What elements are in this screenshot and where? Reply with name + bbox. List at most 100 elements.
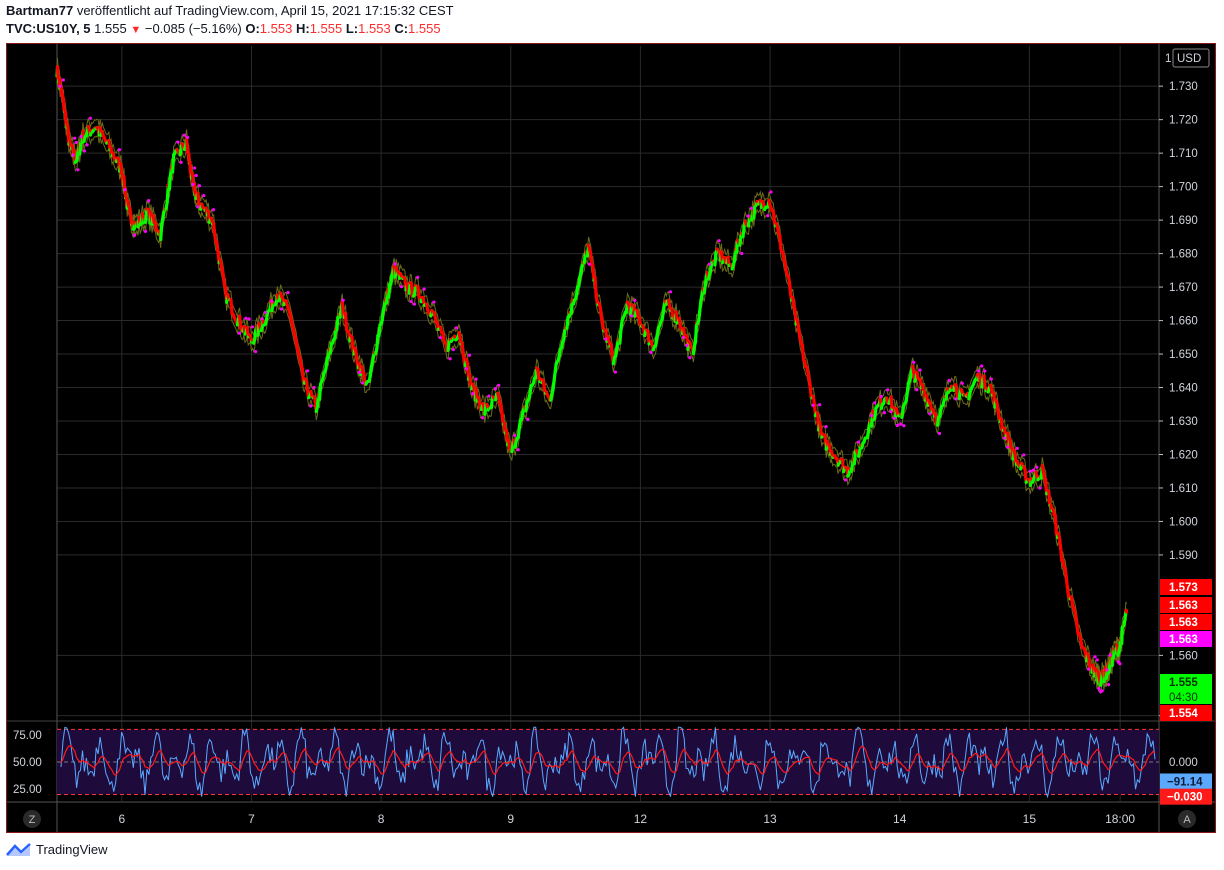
tradingview-brand[interactable]: TradingView — [6, 842, 108, 857]
trailing-stop-dot — [526, 417, 530, 421]
trailing-stop-dot — [254, 349, 258, 354]
ohlc-legend: TVC:US10Y, 5 1.555 ▼ −0.085 (−5.16%) O:1… — [6, 21, 441, 36]
price-line-segment — [300, 367, 305, 384]
trailing-stop-dot — [412, 302, 417, 306]
tradingview-logo-icon — [6, 842, 31, 856]
trailing-stop-dot — [892, 416, 896, 420]
price-tick-label: 1.690 — [1169, 215, 1198, 227]
price-line-segment — [1047, 489, 1052, 508]
trailing-stop-dot — [1005, 445, 1010, 449]
price-line-segment — [852, 449, 858, 466]
price-line-segment — [565, 315, 570, 330]
trailing-stop-dot — [1035, 465, 1039, 469]
trailing-stop-dot — [123, 187, 127, 192]
trailing-stop-dot — [980, 364, 984, 368]
trailing-stop-dot — [1028, 469, 1032, 473]
time-tick-label: 14 — [893, 812, 907, 826]
trailing-stop-dot — [197, 184, 202, 188]
trailing-stop-dot — [85, 143, 89, 147]
chart-frame[interactable]: 1.730 1.720 1.710 1.700 1.690 1.680 1.670 1.660… — [6, 43, 1216, 833]
trailing-stop-dot — [1031, 468, 1036, 472]
time-tick-label: 13 — [763, 812, 777, 826]
trailing-stop-dot — [685, 343, 689, 348]
trailing-stop-dot — [928, 412, 932, 416]
time-tick-label: 18:00 — [1105, 812, 1135, 826]
price-line-segment — [1124, 608, 1129, 614]
trailing-stop-dot — [954, 397, 958, 401]
trailing-stop-dot — [194, 173, 198, 178]
trailing-stop-dot — [422, 287, 426, 291]
trailing-stop-dot — [191, 182, 195, 187]
trailing-stop-dot — [869, 413, 874, 418]
price-line-segment — [693, 321, 699, 344]
price-label-text: 1.573 — [1169, 582, 1198, 594]
trailing-stop-dot — [630, 314, 634, 318]
price-tick-label: 1.630 — [1169, 416, 1198, 428]
time-tick-label: 15 — [1023, 812, 1037, 826]
trailing-stop-dot — [416, 275, 420, 279]
trailing-stop-dot — [471, 391, 475, 396]
price-line-segment — [55, 64, 60, 80]
price-line-segment — [752, 202, 757, 220]
trailing-stop-dot — [497, 383, 501, 388]
trailing-stop-dot — [633, 298, 637, 302]
price-tick-label: 1.720 — [1169, 115, 1198, 127]
trailing-stop-dot — [58, 84, 62, 88]
price-line-segment — [1059, 546, 1064, 562]
trailing-stop-dot — [707, 262, 711, 266]
price-band-upper — [56, 58, 1128, 678]
trailing-stop-dot — [237, 331, 242, 335]
trailing-stop-dot — [286, 291, 290, 295]
price-line-segment — [593, 275, 598, 298]
price-tick-label: 1.670 — [1169, 282, 1198, 294]
trailing-stop-dot — [1093, 655, 1097, 659]
price-line-segment — [229, 297, 234, 315]
trailing-stop-dot — [587, 262, 592, 266]
price-line-segment — [340, 300, 345, 318]
price-line-segment — [237, 314, 243, 330]
trailing-stop-dot — [749, 206, 754, 210]
trailing-stop-dot — [613, 370, 618, 374]
trailing-stop-dot — [454, 326, 459, 330]
trailing-stop-dot — [717, 239, 721, 243]
osc-tick-label: 75.00 — [13, 730, 42, 742]
trailing-stop-dot — [179, 160, 183, 164]
price-tick-label: 1.730 — [1169, 81, 1198, 93]
high-label: H: — [295, 21, 310, 36]
price-tick-label: 1.660 — [1169, 316, 1198, 328]
price-band-lower — [56, 74, 1128, 694]
trailing-stop-dot — [480, 416, 485, 420]
trailing-stop-dot — [360, 381, 365, 385]
countdown-label: 04:30 — [1169, 692, 1198, 704]
trailing-stop-dot — [1118, 662, 1122, 666]
trailing-stop-dot — [918, 368, 922, 372]
trailing-stop-dot — [244, 316, 248, 320]
trailing-stop-dot — [843, 478, 848, 482]
trailing-stop-dot — [1108, 653, 1112, 657]
trailing-stop-dot — [1038, 486, 1042, 490]
trailing-stop-dot — [76, 168, 80, 172]
close-value: 1.555 — [408, 21, 441, 36]
price-line-segment — [618, 327, 623, 345]
trailing-stop-dot — [270, 299, 274, 303]
time-tick-label: 6 — [118, 812, 125, 826]
trailing-stop-dot — [513, 433, 517, 438]
price-tick-label: 1.710 — [1169, 148, 1198, 160]
trailing-stop-dot — [1095, 658, 1099, 662]
trailing-stop-dot — [886, 388, 890, 392]
price-line-segment — [808, 382, 813, 399]
trailing-stop-dot — [1105, 668, 1109, 672]
price-chart[interactable]: 1.730 1.720 1.710 1.700 1.690 1.680 1.670 1.660… — [7, 44, 1215, 832]
price-label-text: 1.554 — [1169, 708, 1198, 720]
trailing-stop-dot — [649, 350, 653, 354]
trailing-stop-dot — [357, 370, 361, 374]
trailing-stop-dot — [915, 388, 919, 392]
price-line-segment — [167, 174, 173, 191]
trailing-stop-dot — [260, 317, 264, 321]
trailing-stop-dot — [895, 423, 899, 428]
author: Bartman77 — [6, 3, 74, 18]
trailing-stop-dot — [467, 353, 472, 357]
trailing-stop-dot — [82, 149, 86, 153]
trailing-stop-dot — [811, 403, 815, 407]
trailing-stop-dot — [1022, 453, 1026, 457]
